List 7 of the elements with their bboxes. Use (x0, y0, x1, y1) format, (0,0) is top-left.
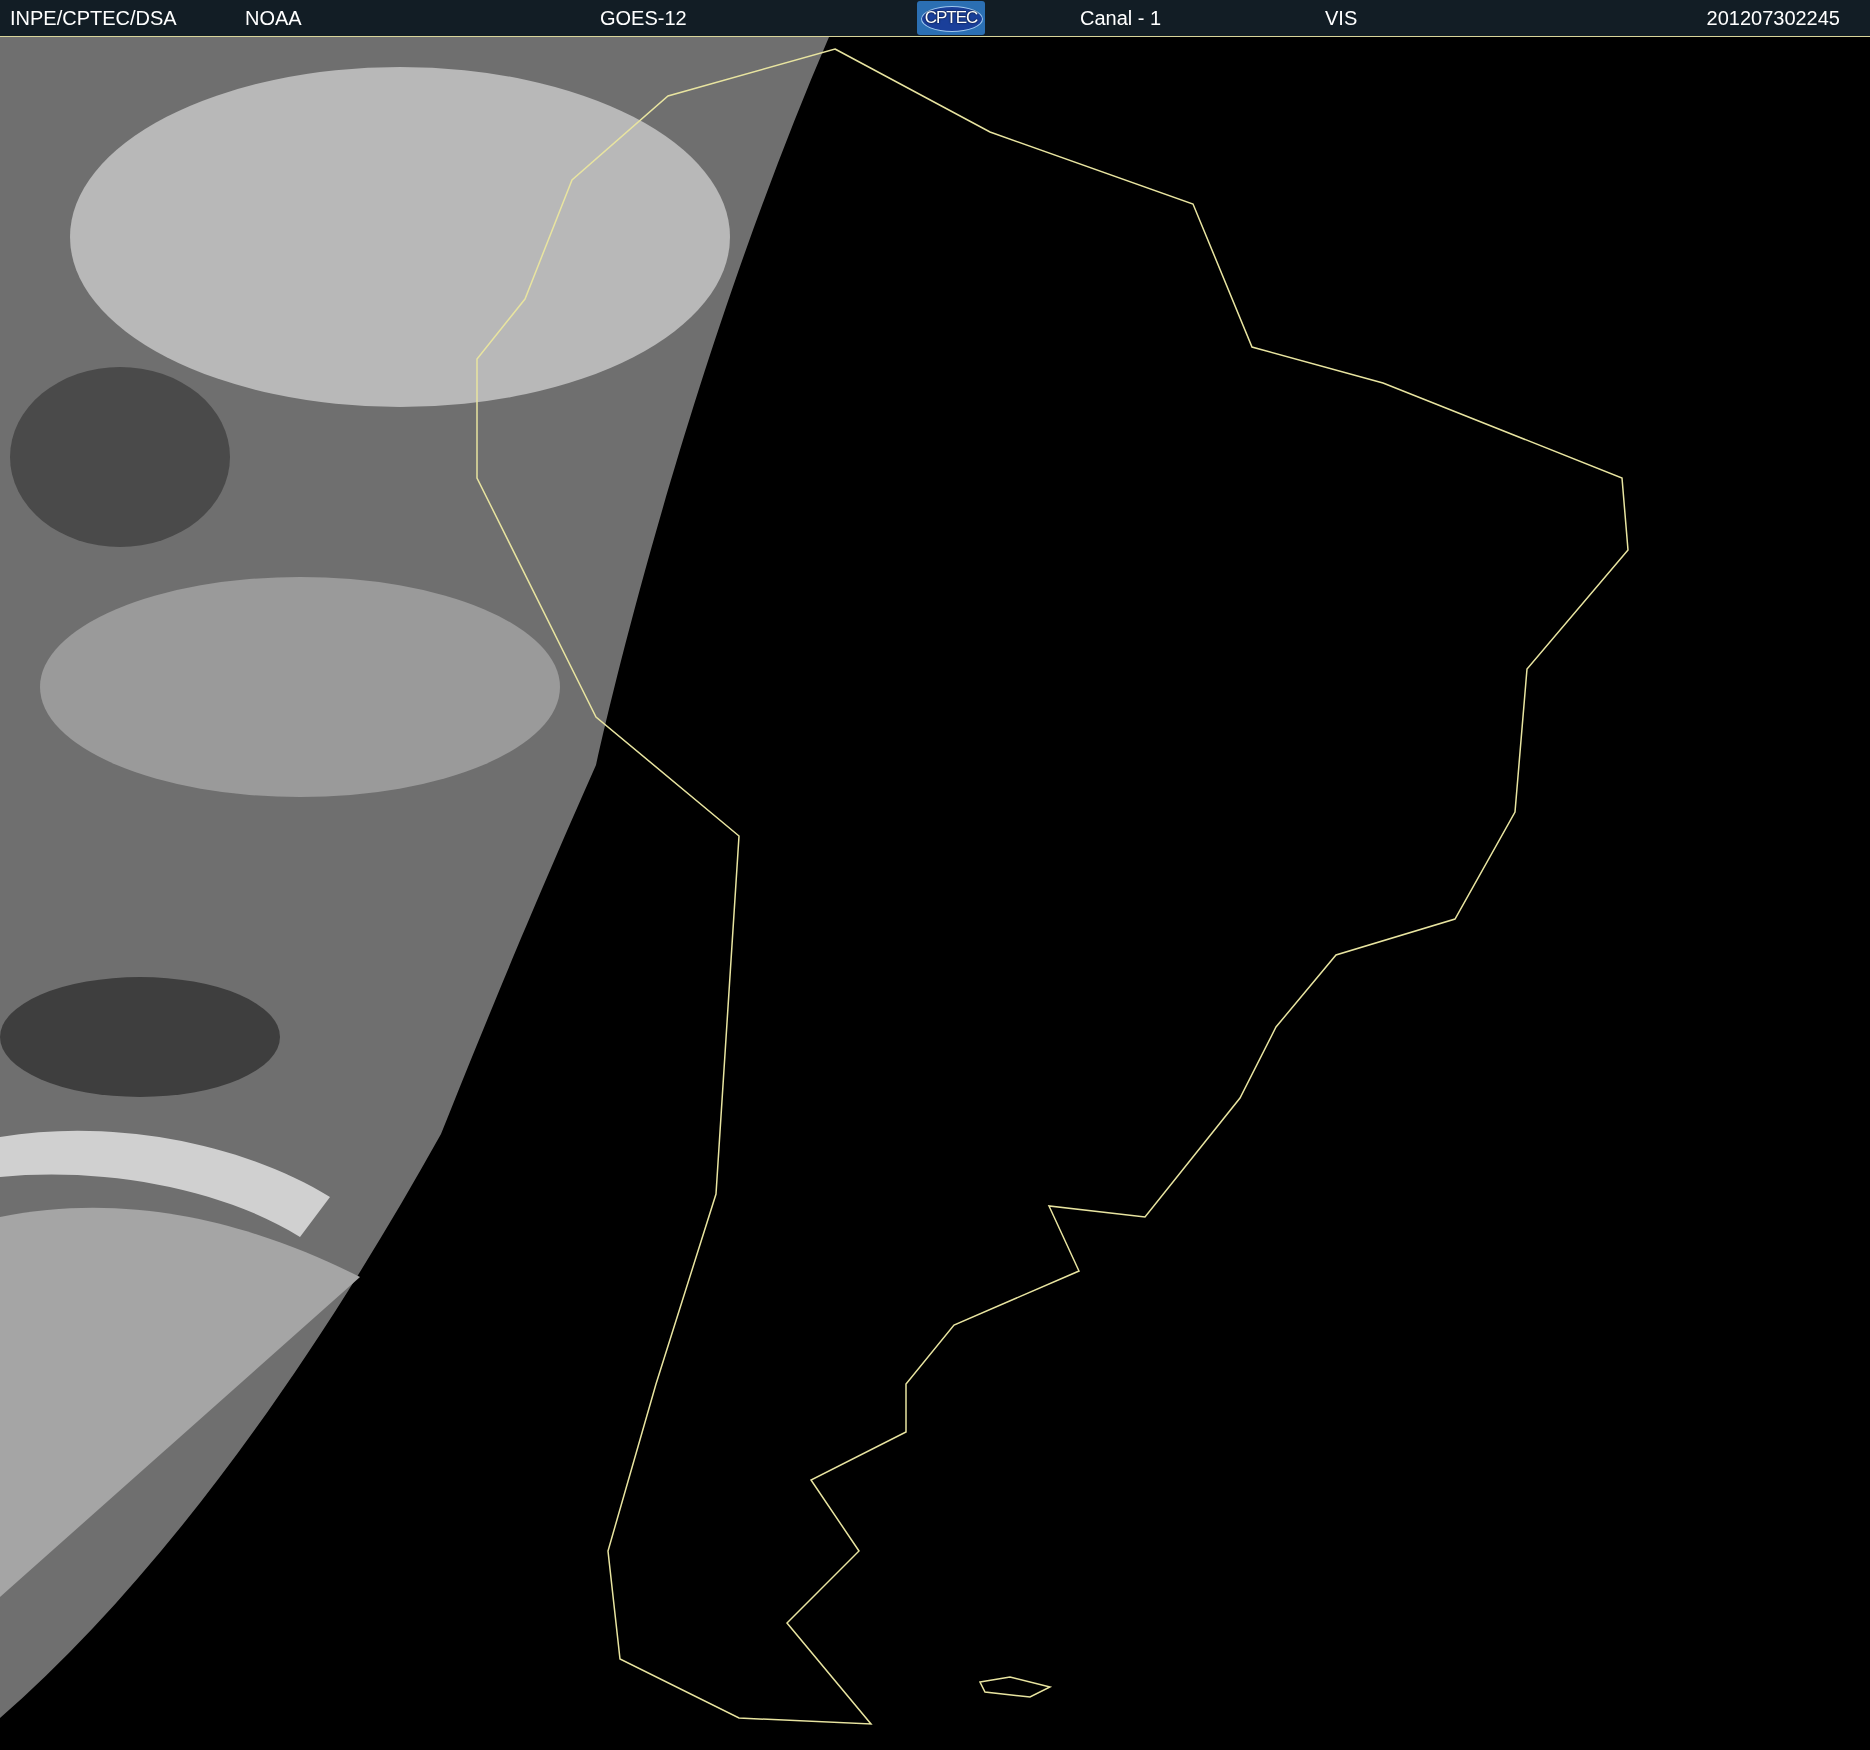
satellite-label: GOES-12 (600, 6, 688, 30)
timestamp-label: 201207302245 (1706, 6, 1840, 30)
band-label: VIS (1325, 6, 1359, 30)
channel-label: Canal - 1 (1080, 6, 1163, 30)
source-label: INPE/CPTEC/DSA (10, 6, 178, 30)
agency-label: NOAA (245, 6, 303, 30)
cptec-logo: CPTEC (917, 1, 985, 35)
